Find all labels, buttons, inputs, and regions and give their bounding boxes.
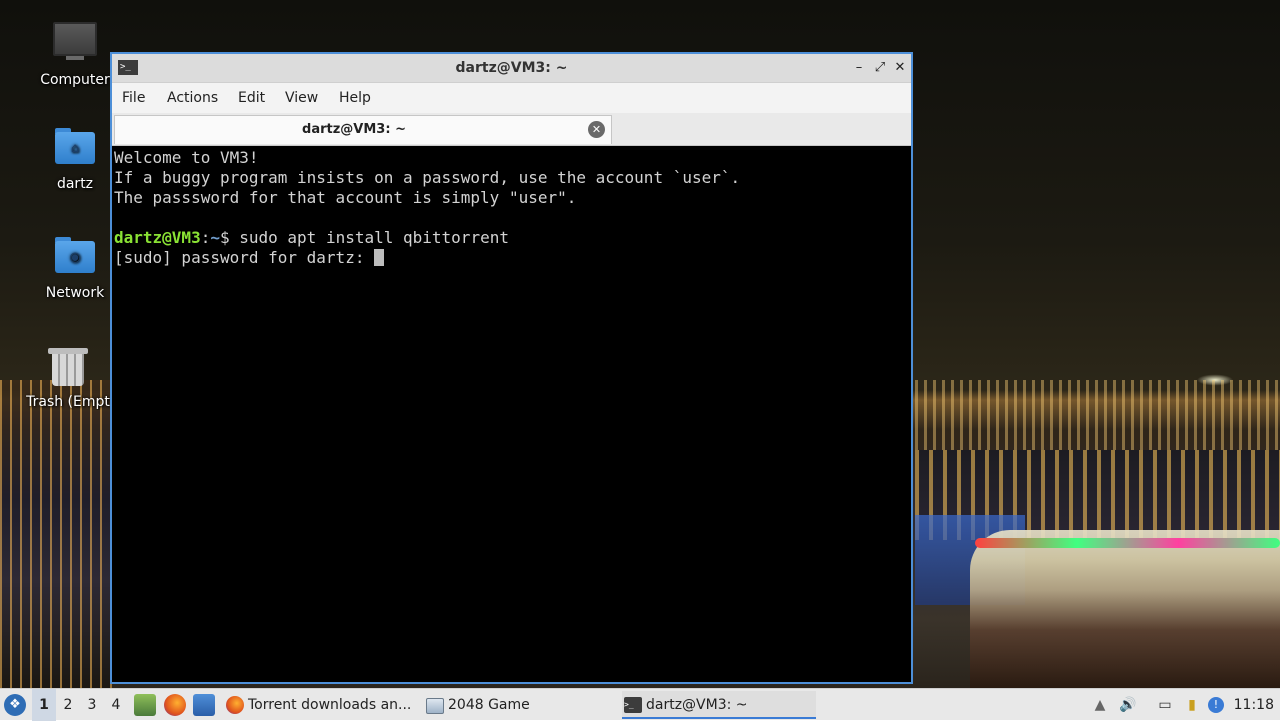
terminal-line: If a buggy program insists on a password… xyxy=(114,168,741,187)
terminal-command: sudo apt install qbittorrent xyxy=(239,228,509,247)
close-button[interactable]: ✕ xyxy=(891,58,909,78)
firefox-launcher-icon[interactable] xyxy=(164,694,186,716)
task-2048-game[interactable]: 2048 Game xyxy=(424,691,614,719)
firefox-icon xyxy=(226,696,244,714)
window-icon xyxy=(426,698,444,714)
monitor-icon xyxy=(53,22,97,66)
desktop-launcher-icon[interactable] xyxy=(193,694,215,716)
terminal-line: The passsword for that account is simply… xyxy=(114,188,577,207)
wallpaper-city-lights xyxy=(915,380,1280,450)
menu-bar: File Actions Edit View Help xyxy=(112,83,911,113)
task-firefox[interactable]: Torrent downloads an... xyxy=(224,691,414,719)
terminal-line: Welcome to VM3! xyxy=(114,148,259,167)
sudo-password-line[interactable]: [sudo] password for dartz: xyxy=(114,248,909,268)
menu-view[interactable]: View xyxy=(285,83,318,113)
tab-close-icon[interactable]: ✕ xyxy=(588,121,605,138)
task-label: Torrent downloads an... xyxy=(248,697,412,713)
network-monitor-icon[interactable]: ▭ xyxy=(1155,695,1175,715)
terminal-tab[interactable]: dartz@VM3: ~ ✕ xyxy=(114,115,612,144)
prompt-symbol: $ xyxy=(219,228,240,247)
taskbar: ❖ 1 2 3 4 Torrent downloads an... 2048 G… xyxy=(0,688,1280,721)
sudo-prompt: [sudo] password for dartz: xyxy=(114,248,375,267)
clock[interactable]: 11:18 xyxy=(1234,689,1274,721)
desktop-icon-trash[interactable]: Trash (Empt xyxy=(25,344,111,410)
menu-help[interactable]: Help xyxy=(339,83,371,113)
workspace-3[interactable]: 3 xyxy=(80,689,104,721)
maximize-button[interactable]: ⤢ xyxy=(871,58,889,78)
text-cursor xyxy=(374,249,385,266)
menu-edit[interactable]: Edit xyxy=(238,83,265,113)
prompt-user: dartz@VM3 xyxy=(114,228,201,247)
window-title: dartz@VM3: ~ xyxy=(455,60,568,76)
terminal-output[interactable]: Welcome to VM3! If a buggy program insis… xyxy=(112,146,911,682)
start-menu-icon[interactable]: ❖ xyxy=(4,694,26,716)
network-folder-icon: ◉ xyxy=(53,235,97,279)
workspace-2[interactable]: 2 xyxy=(56,689,80,721)
prompt-path: ~ xyxy=(210,228,220,247)
workspace-1[interactable]: 1 xyxy=(32,689,56,721)
terminal-prompt-line: dartz@VM3:~$ sudo apt install qbittorren… xyxy=(114,228,909,248)
menu-actions[interactable]: Actions xyxy=(167,83,218,113)
tab-bar: dartz@VM3: ~ ✕ xyxy=(112,113,911,146)
desktop-icon-label: Trash (Empt xyxy=(26,394,110,410)
window-titlebar[interactable]: >_ dartz@VM3: ~ – ⤢ ✕ xyxy=(112,54,911,83)
file-manager-launcher-icon[interactable] xyxy=(134,694,156,716)
home-folder-icon: ⌂ xyxy=(53,126,97,170)
prompt-separator: : xyxy=(200,228,211,247)
tray-expand-icon[interactable]: ▲ xyxy=(1090,695,1110,715)
menu-file[interactable]: File xyxy=(122,83,145,113)
tab-label: dartz@VM3: ~ xyxy=(302,122,406,137)
task-terminal[interactable]: >_ dartz@VM3: ~ xyxy=(622,691,816,719)
task-label: dartz@VM3: ~ xyxy=(646,697,748,713)
clipboard-icon[interactable]: ▮ xyxy=(1182,695,1202,715)
wallpaper-left-city xyxy=(0,380,112,688)
terminal-window[interactable]: >_ dartz@VM3: ~ – ⤢ ✕ File Actions Edit … xyxy=(110,52,913,684)
trash-icon xyxy=(46,344,90,388)
terminal-icon: >_ xyxy=(624,697,642,713)
minimize-button[interactable]: – xyxy=(850,58,868,78)
workspace-4[interactable]: 4 xyxy=(104,689,128,721)
wallpaper-boat xyxy=(970,530,1280,688)
wallpaper-boat-neon xyxy=(975,538,1280,548)
volume-icon[interactable]: 🔊 xyxy=(1118,695,1138,715)
task-label: 2048 Game xyxy=(448,697,530,713)
update-notifier-icon[interactable]: ! xyxy=(1208,697,1224,713)
